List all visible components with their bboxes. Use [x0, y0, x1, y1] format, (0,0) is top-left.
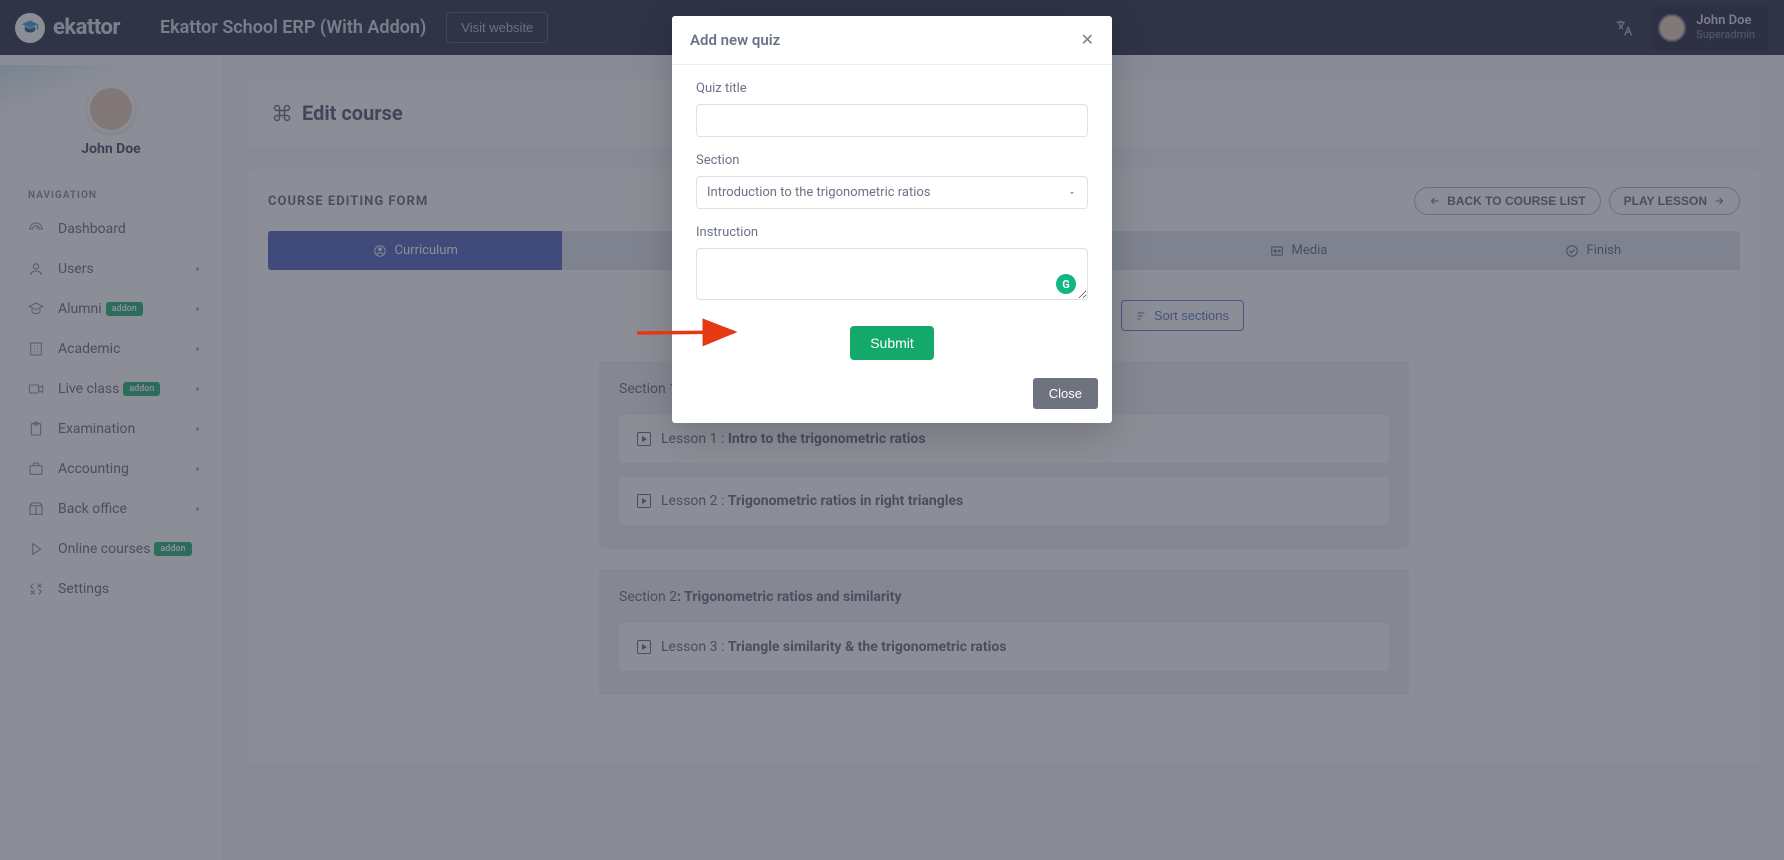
section-label: Section [696, 153, 1088, 168]
modal-close-icon[interactable]: ✕ [1081, 30, 1094, 50]
submit-button[interactable]: Submit [850, 326, 934, 360]
grammarly-icon: G [1056, 274, 1076, 294]
close-button[interactable]: Close [1033, 378, 1098, 409]
modal-title: Add new quiz [690, 31, 780, 49]
section-select[interactable]: Introduction to the trigonometric ratios [696, 176, 1088, 209]
add-quiz-modal: Add new quiz ✕ Quiz title Section Introd… [672, 16, 1112, 423]
chevron-down-icon [1067, 188, 1077, 198]
quiz-title-label: Quiz title [696, 81, 1088, 96]
instruction-textarea[interactable] [696, 248, 1088, 300]
section-selected: Introduction to the trigonometric ratios [707, 185, 931, 200]
instruction-label: Instruction [696, 225, 1088, 240]
modal-overlay: Add new quiz ✕ Quiz title Section Introd… [0, 0, 1784, 860]
quiz-title-input[interactable] [696, 104, 1088, 137]
